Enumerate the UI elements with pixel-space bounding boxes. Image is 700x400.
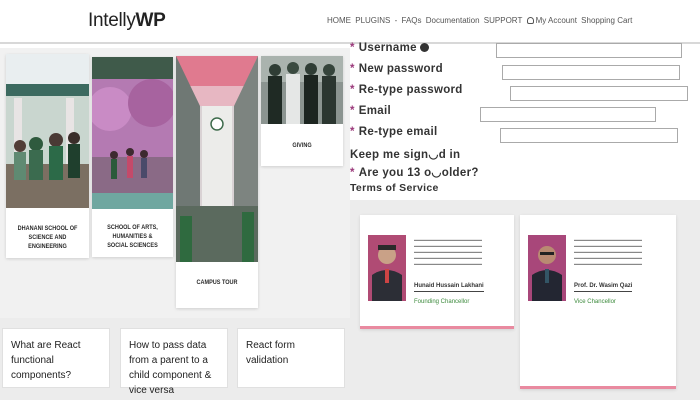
site-header: IntellyWP HOME PLUGINS - FAQs Documentat… [0, 0, 700, 44]
article-card-pass-data[interactable]: How to pass data from a parent to a chil… [120, 328, 228, 396]
campus-photo-science [6, 54, 89, 208]
registration-form: * Username * New password * Re-type passwor… [350, 42, 700, 204]
nav-separator: - [394, 16, 398, 25]
new-password-label: * New password [350, 63, 443, 75]
site-logo[interactable]: IntellyWP [88, 10, 166, 32]
keep-signed-in-label[interactable]: Keep me sign◡d in [350, 147, 460, 161]
chancellor-role: Founding Chancellor [414, 299, 470, 305]
article-card-form-validation[interactable]: React form validation [237, 328, 345, 388]
campus-photo-giving [261, 56, 343, 124]
nav-home[interactable]: HOME [327, 16, 351, 25]
terms-of-service-link[interactable]: Terms of Service [350, 182, 439, 194]
campus-card-science[interactable]: DHANANI SCHOOL OF SCIENCE AND ENGINEERIN… [6, 54, 89, 258]
chancellor-name: Hunaid Hussain Lakhani [414, 283, 484, 292]
main-nav: HOME PLUGINS - FAQs Documentation SUPPOR… [327, 16, 634, 25]
new-password-field[interactable] [502, 65, 680, 80]
nav-plugins[interactable]: PLUGINS [355, 16, 390, 25]
chancellor-bio: ▬▬▬▬▬▬▬▬▬▬▬▬▬▬▬▬▬ ▬▬▬▬▬▬▬▬▬▬▬▬▬▬▬▬▬ ▬▬▬▬… [414, 237, 482, 266]
vice-chancellor-bio: ▬▬▬▬▬▬▬▬▬▬▬▬▬▬▬▬▬ ▬▬▬▬▬▬▬▬▬▬▬▬▬▬▬▬▬ ▬▬▬▬… [574, 237, 642, 266]
vice-chancellor-name: Prof. Dr. Wasim Qazi [574, 283, 633, 292]
info-icon [420, 43, 430, 52]
retype-email-label: * Re-type email [350, 126, 438, 138]
vice-chancellor-photo [528, 235, 566, 301]
campus-caption-arts: SCHOOL OF ARTS, HUMANITIES & SOCIAL SCIE… [107, 224, 158, 249]
vice-chancellor-role: Vice Chancellor [574, 299, 616, 305]
campus-caption-giving: GIVING [292, 142, 312, 149]
campus-caption-tour: CAMPUS TOUR [196, 279, 238, 286]
campus-caption-science: DHANANI SCHOOL OF SCIENCE AND ENGINEERIN… [17, 225, 78, 250]
retype-password-field[interactable] [510, 86, 688, 101]
campus-card-arts[interactable]: SCHOOL OF ARTS, HUMANITIES & SOCIAL SCIE… [92, 57, 173, 257]
retype-email-field[interactable] [500, 128, 678, 143]
email-label: * Email [350, 105, 391, 117]
nav-documentation[interactable]: Documentation [426, 16, 480, 25]
campus-photo-tour [176, 56, 258, 262]
email-field[interactable] [480, 107, 656, 122]
person-card-vice-chancellor[interactable]: ▬▬▬▬▬▬▬▬▬▬▬▬▬▬▬▬▬ ▬▬▬▬▬▬▬▬▬▬▬▬▬▬▬▬▬ ▬▬▬▬… [520, 215, 676, 389]
age-question-label[interactable]: * Are you 13 o◡older? [350, 165, 479, 179]
nav-my-account[interactable]: My Account [536, 16, 577, 25]
username-field[interactable] [496, 43, 682, 58]
article-card-functional-components[interactable]: What are React functional components? [2, 328, 110, 388]
person-card-chancellor[interactable]: ▬▬▬▬▬▬▬▬▬▬▬▬▬▬▬▬▬ ▬▬▬▬▬▬▬▬▬▬▬▬▬▬▬▬▬ ▬▬▬▬… [360, 215, 514, 329]
nav-shopping-cart[interactable]: Shopping Cart [581, 16, 632, 25]
username-label: * Username [350, 42, 430, 54]
campus-card-tour[interactable]: CAMPUS TOUR [176, 56, 258, 308]
retype-password-label: * Re-type password [350, 84, 463, 96]
campus-card-giving[interactable]: GIVING [261, 56, 343, 166]
chancellor-photo [368, 235, 406, 301]
nav-faqs[interactable]: FAQs [402, 16, 422, 25]
user-icon [526, 17, 534, 24]
campus-photo-arts [92, 57, 173, 209]
nav-support[interactable]: SUPPORT [484, 16, 523, 25]
